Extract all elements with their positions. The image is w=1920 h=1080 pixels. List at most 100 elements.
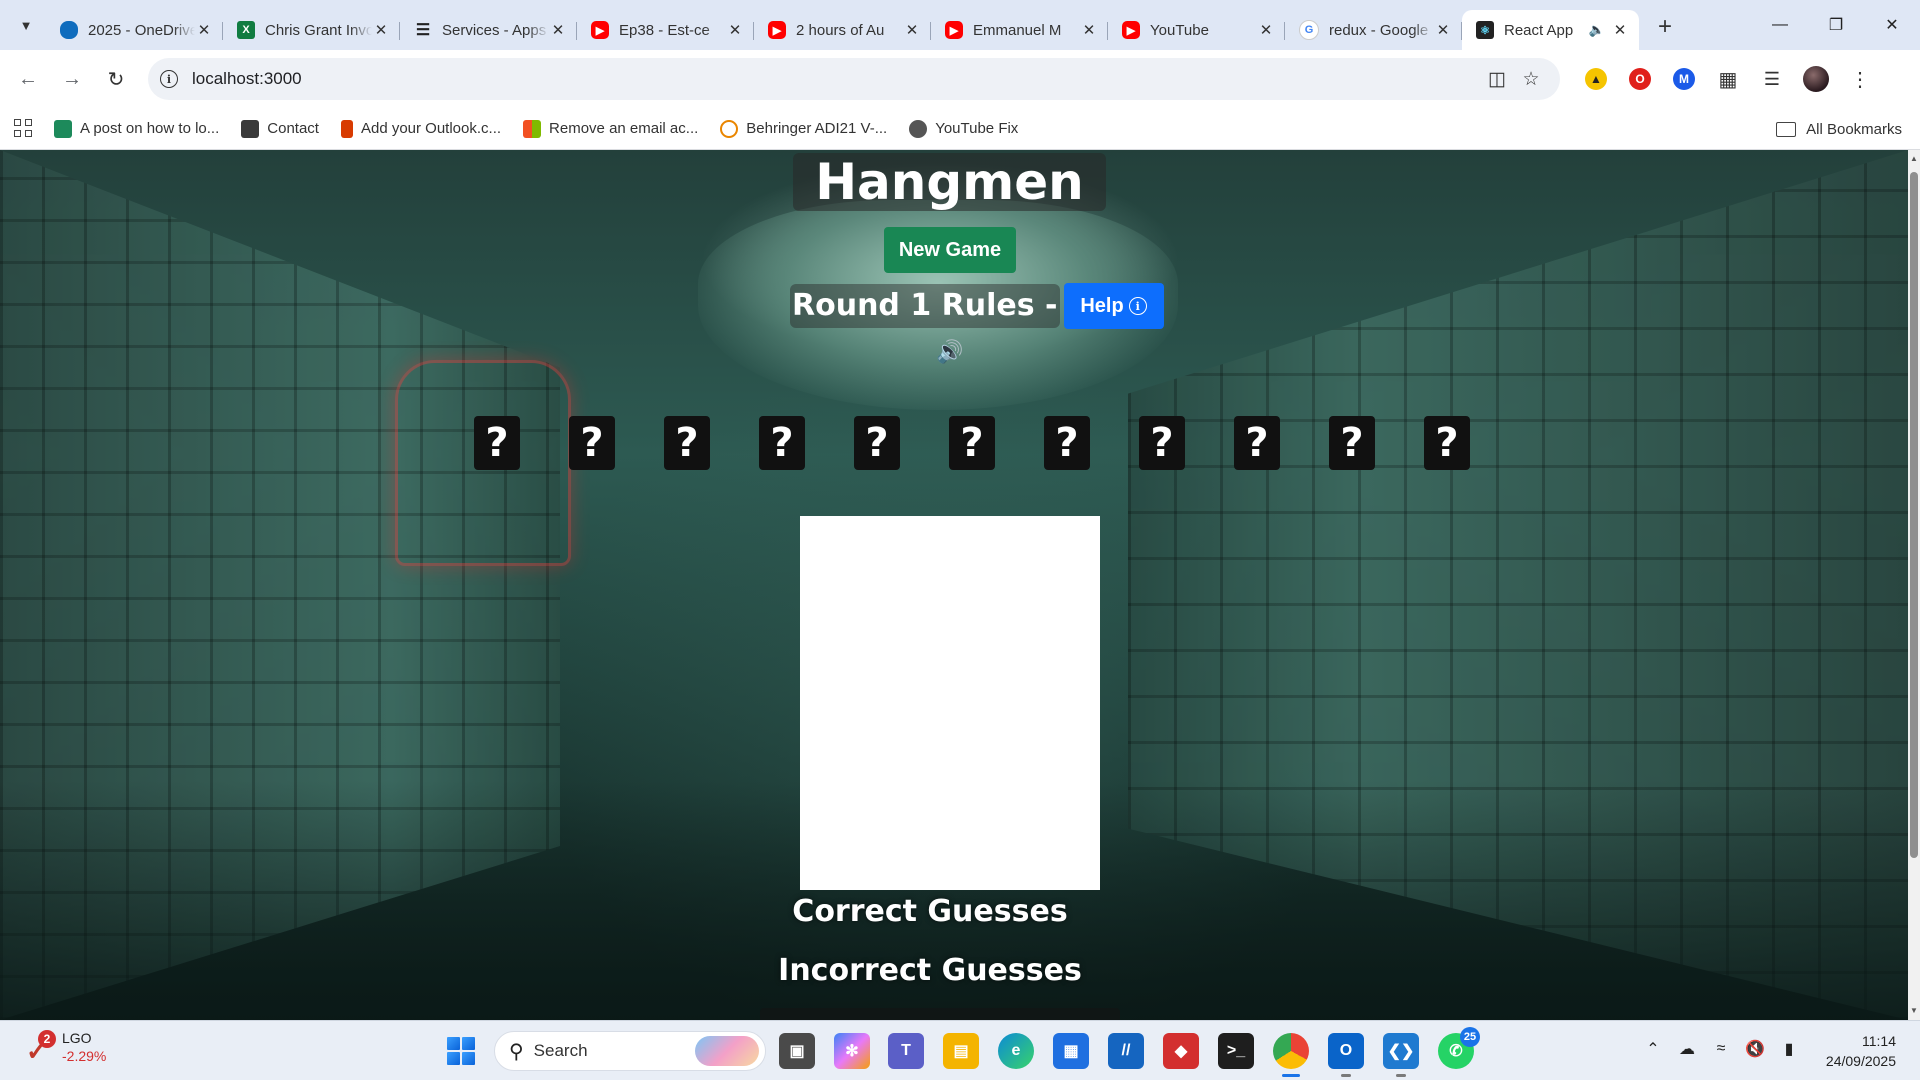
close-icon[interactable]: ✕ — [549, 21, 567, 39]
chrome-icon[interactable] — [1273, 1033, 1309, 1077]
profile-avatar[interactable] — [1799, 62, 1833, 96]
browser-toolbar: ← → ↻ i localhost:3000 ◫ ☆ ▲ O M ▦ ☰ ⋮ — [0, 50, 1920, 108]
back-arrow-icon[interactable]: ← — [8, 59, 48, 99]
tab-title: Chris Grant Invoices — [265, 21, 372, 39]
bookmark-item[interactable]: YouTube Fix — [909, 119, 1019, 138]
outlook-icon[interactable]: O — [1328, 1033, 1364, 1077]
new-game-button[interactable]: New Game — [884, 227, 1016, 273]
volume-muted-icon[interactable]: 🔇 — [1741, 1039, 1769, 1059]
window-controls: — ❐ ✕ — [1752, 0, 1920, 50]
clock[interactable]: 11:14 24/09/2025 — [1826, 1031, 1896, 1071]
stock-widget[interactable]: ✓ 2 LGO -2.29% — [24, 1029, 106, 1065]
windows-start-icon[interactable] — [447, 1037, 475, 1065]
game-title: Hangmen — [793, 153, 1106, 211]
page-scrollbar[interactable]: ▲ ▼ — [1908, 150, 1920, 1020]
app-icon[interactable]: // — [1108, 1033, 1144, 1069]
all-bookmarks-label: All Bookmarks — [1806, 120, 1902, 138]
tab-search-chevron-icon[interactable]: ▼ — [12, 11, 40, 39]
tab-title: React App — [1504, 21, 1574, 39]
close-icon[interactable]: ✕ — [903, 21, 921, 39]
bookmark-item[interactable]: Behringer ADI21 V-... — [720, 119, 887, 138]
microsoft-icon — [523, 119, 542, 138]
restore-icon[interactable]: ❐ — [1808, 0, 1864, 50]
copilot-icon[interactable]: ✻ — [834, 1033, 870, 1069]
more-menu-icon[interactable]: ⋮ — [1843, 62, 1877, 96]
correct-guesses-heading: Correct Guesses — [792, 894, 1068, 929]
tab-react-app[interactable]: ⚛ React App 🔈 ✕ — [1462, 10, 1639, 50]
tab-youtube[interactable]: ▶ YouTube ✕ — [1108, 10, 1285, 50]
tab-youtube-ep38[interactable]: ▶ Ep38 - Est-ce ✕ — [577, 10, 754, 50]
extension-norton-icon[interactable]: ▲ — [1579, 62, 1613, 96]
close-icon[interactable]: ✕ — [1257, 21, 1275, 39]
bookmark-star-icon[interactable]: ☆ — [1514, 68, 1548, 91]
forward-arrow-icon[interactable]: → — [52, 59, 92, 99]
tab-youtube-emmanuel[interactable]: ▶ Emmanuel M ✕ — [931, 10, 1108, 50]
tab-excel[interactable]: X Chris Grant Invoices ✕ — [223, 10, 400, 50]
letter-slot: ? — [1424, 416, 1470, 470]
close-icon[interactable]: ✕ — [372, 21, 390, 39]
letter-slot: ? — [854, 416, 900, 470]
media-controls-icon[interactable]: ☰ — [1755, 62, 1789, 96]
bookmarks-bar: A post on how to lo... Contact Add your … — [0, 108, 1920, 150]
onedrive-cloud-icon[interactable]: ☁ — [1673, 1039, 1701, 1059]
chevron-up-icon[interactable]: ⌃ — [1639, 1039, 1667, 1059]
site-info-icon[interactable]: i — [160, 70, 178, 88]
all-bookmarks-button[interactable]: All Bookmarks — [1776, 108, 1902, 150]
teams-icon[interactable]: T — [888, 1033, 924, 1069]
letter-slot: ? — [1139, 416, 1185, 470]
help-button[interactable]: Help i — [1063, 283, 1164, 329]
bookmark-item[interactable]: A post on how to lo... — [54, 119, 219, 138]
scroll-up-arrow-icon[interactable]: ▲ — [1908, 152, 1920, 166]
youtube-icon: ▶ — [1122, 21, 1140, 39]
info-icon: i — [1128, 297, 1147, 315]
install-app-icon[interactable]: ◫ — [1480, 68, 1514, 91]
office-icon — [340, 119, 353, 138]
bookmark-item[interactable]: Remove an email ac... — [523, 119, 698, 138]
close-window-icon[interactable]: ✕ — [1864, 0, 1920, 50]
tab-title: redux - Google — [1329, 21, 1429, 39]
file-explorer-icon[interactable]: ▤ — [943, 1033, 979, 1069]
tab-title: 2025 - OneDrive — [88, 21, 195, 39]
help-label: Help — [1080, 294, 1124, 317]
close-icon[interactable]: ✕ — [1080, 21, 1098, 39]
close-icon[interactable]: ✕ — [1434, 21, 1452, 39]
tab-google-redux[interactable]: G redux - Google ✕ — [1285, 10, 1462, 50]
apps-grid-icon[interactable] — [14, 118, 34, 139]
battery-icon[interactable]: ▮ — [1775, 1039, 1803, 1059]
tab-onedrive[interactable]: 2025 - OneDrive ✕ — [46, 10, 223, 50]
scroll-thumb[interactable] — [1910, 172, 1918, 858]
extension-opera-icon[interactable]: O — [1623, 62, 1657, 96]
bookmark-label: YouTube Fix — [935, 120, 1019, 137]
new-tab-plus-icon[interactable]: + — [1647, 9, 1683, 45]
wifi-icon[interactable]: ≈ — [1707, 1040, 1735, 1058]
whatsapp-badge: 25 — [1460, 1027, 1480, 1047]
mcafee-shield-icon[interactable]: ◆ — [1163, 1033, 1199, 1069]
task-view-icon[interactable]: ▣ — [779, 1033, 815, 1069]
store-icon[interactable]: ▦ — [1053, 1033, 1089, 1069]
tab-youtube-2-hours[interactable]: ▶ 2 hours of Au ✕ — [754, 10, 931, 50]
terminal-icon[interactable]: >_ — [1218, 1033, 1254, 1069]
bookmark-item[interactable]: Add your Outlook.c... — [340, 119, 502, 138]
speaker-icon[interactable]: 🔈 — [1589, 22, 1605, 38]
close-icon[interactable]: ✕ — [1611, 21, 1629, 39]
letter-slot: ? — [1234, 416, 1280, 470]
close-icon[interactable]: ✕ — [726, 21, 744, 39]
globe-icon — [909, 119, 928, 138]
address-bar[interactable]: i localhost:3000 ◫ ☆ — [148, 58, 1560, 100]
scroll-down-arrow-icon[interactable]: ▼ — [1908, 1004, 1920, 1018]
tab-title: Emmanuel M — [973, 21, 1062, 39]
tab-services[interactable]: ☰ Services - Apps ✕ — [400, 10, 577, 50]
edge-icon[interactable]: e — [998, 1033, 1034, 1069]
bookmark-item[interactable]: Contact — [241, 119, 319, 138]
bookmark-label: Add your Outlook.c... — [360, 120, 502, 137]
taskbar-search[interactable]: ⚲ Search — [494, 1031, 766, 1071]
close-icon[interactable]: ✕ — [195, 21, 213, 39]
sound-toggle-speaker-icon[interactable]: 🔊 — [936, 339, 964, 365]
vscode-icon[interactable]: ❮❯ — [1383, 1033, 1419, 1077]
url-text[interactable]: localhost:3000 — [192, 69, 1480, 89]
whatsapp-icon[interactable]: ✆ 25 — [1438, 1027, 1480, 1069]
extensions-puzzle-icon[interactable]: ▦ — [1711, 62, 1745, 96]
extension-malwarebytes-icon[interactable]: M — [1667, 62, 1701, 96]
reload-icon[interactable]: ↻ — [96, 59, 136, 99]
minimize-icon[interactable]: — — [1752, 0, 1808, 50]
